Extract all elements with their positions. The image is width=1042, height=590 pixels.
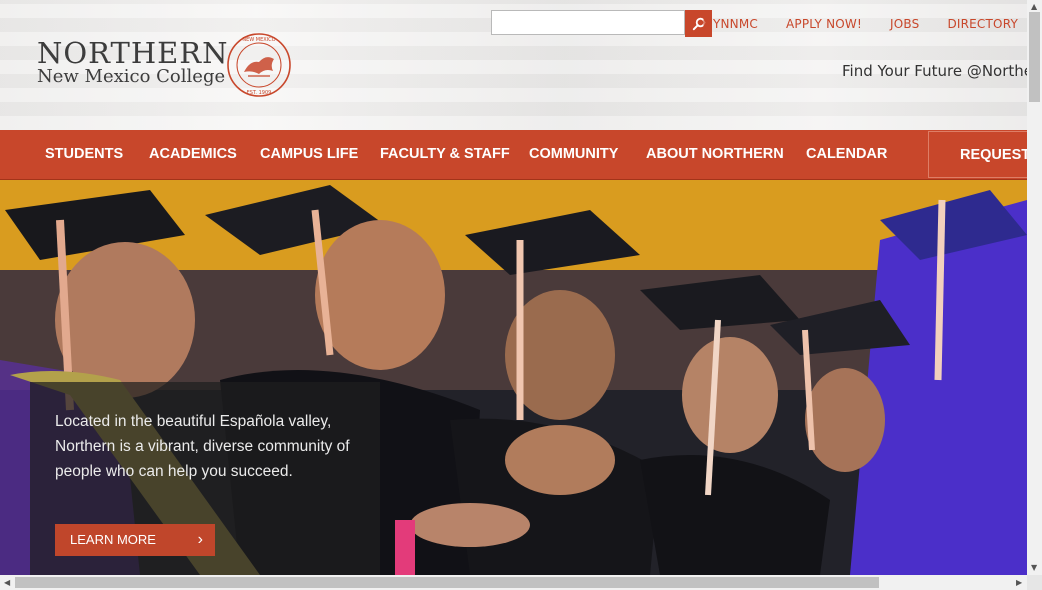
hero-caption-text: Located in the beautiful Española valley… [55,413,350,480]
nav-item-calendar[interactable]: CALENDAR [806,130,887,179]
scroll-up-arrow-icon[interactable]: ▲ [1031,2,1037,11]
utility-links: MYNNMC APPLY NOW! JOBS DIRECTORY [674,17,1018,31]
util-link-mynnmc[interactable]: MYNNMC [702,17,758,31]
scrollbar-corner [1027,575,1042,590]
college-seal-icon: NEW MEXICO EST. 1909 [227,33,291,97]
learn-more-label: LEARN MORE [70,532,156,547]
header-tagline: Find Your Future @Northern [842,62,1027,80]
util-link-jobs[interactable]: JOBS [890,17,919,31]
scroll-left-arrow-icon[interactable]: ◀ [4,578,10,587]
util-link-directory[interactable]: DIRECTORY [947,17,1018,31]
hero-caption-box: Located in the beautiful Española valley… [30,382,380,575]
scroll-down-arrow-icon[interactable]: ▼ [1031,563,1037,572]
logo-wordmark-northern: NORTHERN [37,36,229,70]
nav-item-academics[interactable]: ACADEMICS [149,130,237,179]
request-info-button[interactable]: REQUEST INFO [928,131,1027,178]
chevron-right-icon: › [197,531,203,548]
learn-more-button[interactable]: LEARN MORE › [55,524,215,556]
main-nav: STUDENTS ACADEMICS CAMPUS LIFE FACULTY &… [0,130,1027,180]
search-input[interactable] [491,10,685,35]
svg-text:EST. 1909: EST. 1909 [247,90,272,96]
nav-item-students[interactable]: STUDENTS [45,130,123,179]
nav-item-about-northern[interactable]: ABOUT NORTHERN [646,130,784,179]
site-logo[interactable]: NORTHERN New Mexico College [37,38,229,87]
nav-item-community[interactable]: COMMUNITY [529,130,618,179]
logo-wordmark-college: New Mexico College [37,66,226,87]
util-link-apply-now[interactable]: APPLY NOW! [786,17,862,31]
nav-item-faculty-staff[interactable]: FACULTY & STAFF [380,130,510,179]
request-info-label: REQUEST INFO [960,147,1027,163]
nav-item-campus-life[interactable]: CAMPUS LIFE [260,130,358,179]
svg-text:NEW MEXICO: NEW MEXICO [242,37,275,43]
hero-banner: Located in the beautiful Española valley… [0,180,1027,575]
horizontal-scrollbar-thumb[interactable] [15,577,879,588]
scroll-right-arrow-icon[interactable]: ▶ [1016,578,1022,587]
browser-viewport: NORTHERN New Mexico College NEW MEXICO E… [0,0,1027,575]
vertical-scrollbar-thumb[interactable] [1029,12,1040,102]
